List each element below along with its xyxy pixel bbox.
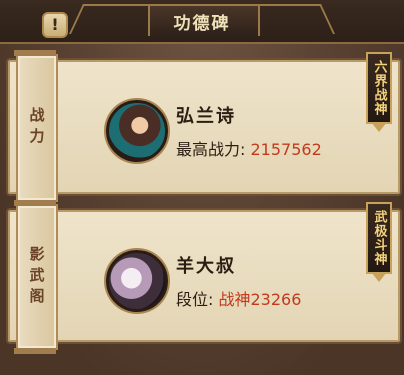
stat-label: 最高战力: xyxy=(176,140,251,159)
tab-cap-bottom xyxy=(14,348,56,354)
rank-badge: 武极斗神 xyxy=(366,202,392,282)
rank-badge-text: 武极斗神 xyxy=(371,210,387,266)
player-name: 弘兰诗 xyxy=(176,106,236,127)
rank-badge: 六界战神 xyxy=(366,52,392,132)
ranking-card-power: 战力 弘兰诗 最高战力: 2157562 六界战神 xyxy=(8,50,400,206)
page-title: 功德碑 xyxy=(173,14,231,34)
stat-label: 段位: xyxy=(176,290,219,309)
player-avatar[interactable] xyxy=(106,250,168,312)
exclamation-icon: ! xyxy=(51,15,59,34)
stat-value: 战神23266 xyxy=(218,290,302,309)
tab-label-wrap: 影武阁 xyxy=(18,206,56,348)
player-stat: 段位: 战神23266 xyxy=(176,286,301,310)
player-name: 羊大叔 xyxy=(176,256,236,277)
header-bar: 功德碑 ! xyxy=(0,0,404,44)
tab-label: 战力 xyxy=(27,107,46,149)
tab-label-wrap: 战力 xyxy=(18,56,56,200)
category-tab-power[interactable]: 战力 xyxy=(14,50,58,206)
tab-label: 影武阁 xyxy=(27,245,46,309)
ranking-card-shadow-pavilion: 影武阁 羊大叔 段位: 战神23266 武极斗神 xyxy=(8,200,400,354)
info-button[interactable]: ! xyxy=(42,12,68,38)
rank-badge-text: 六界战神 xyxy=(371,60,387,116)
stat-value: 2157562 xyxy=(250,140,322,159)
player-stat: 最高战力: 2157562 xyxy=(176,136,322,160)
player-avatar[interactable] xyxy=(106,100,168,162)
category-tab-shadow-pavilion[interactable]: 影武阁 xyxy=(14,200,58,354)
